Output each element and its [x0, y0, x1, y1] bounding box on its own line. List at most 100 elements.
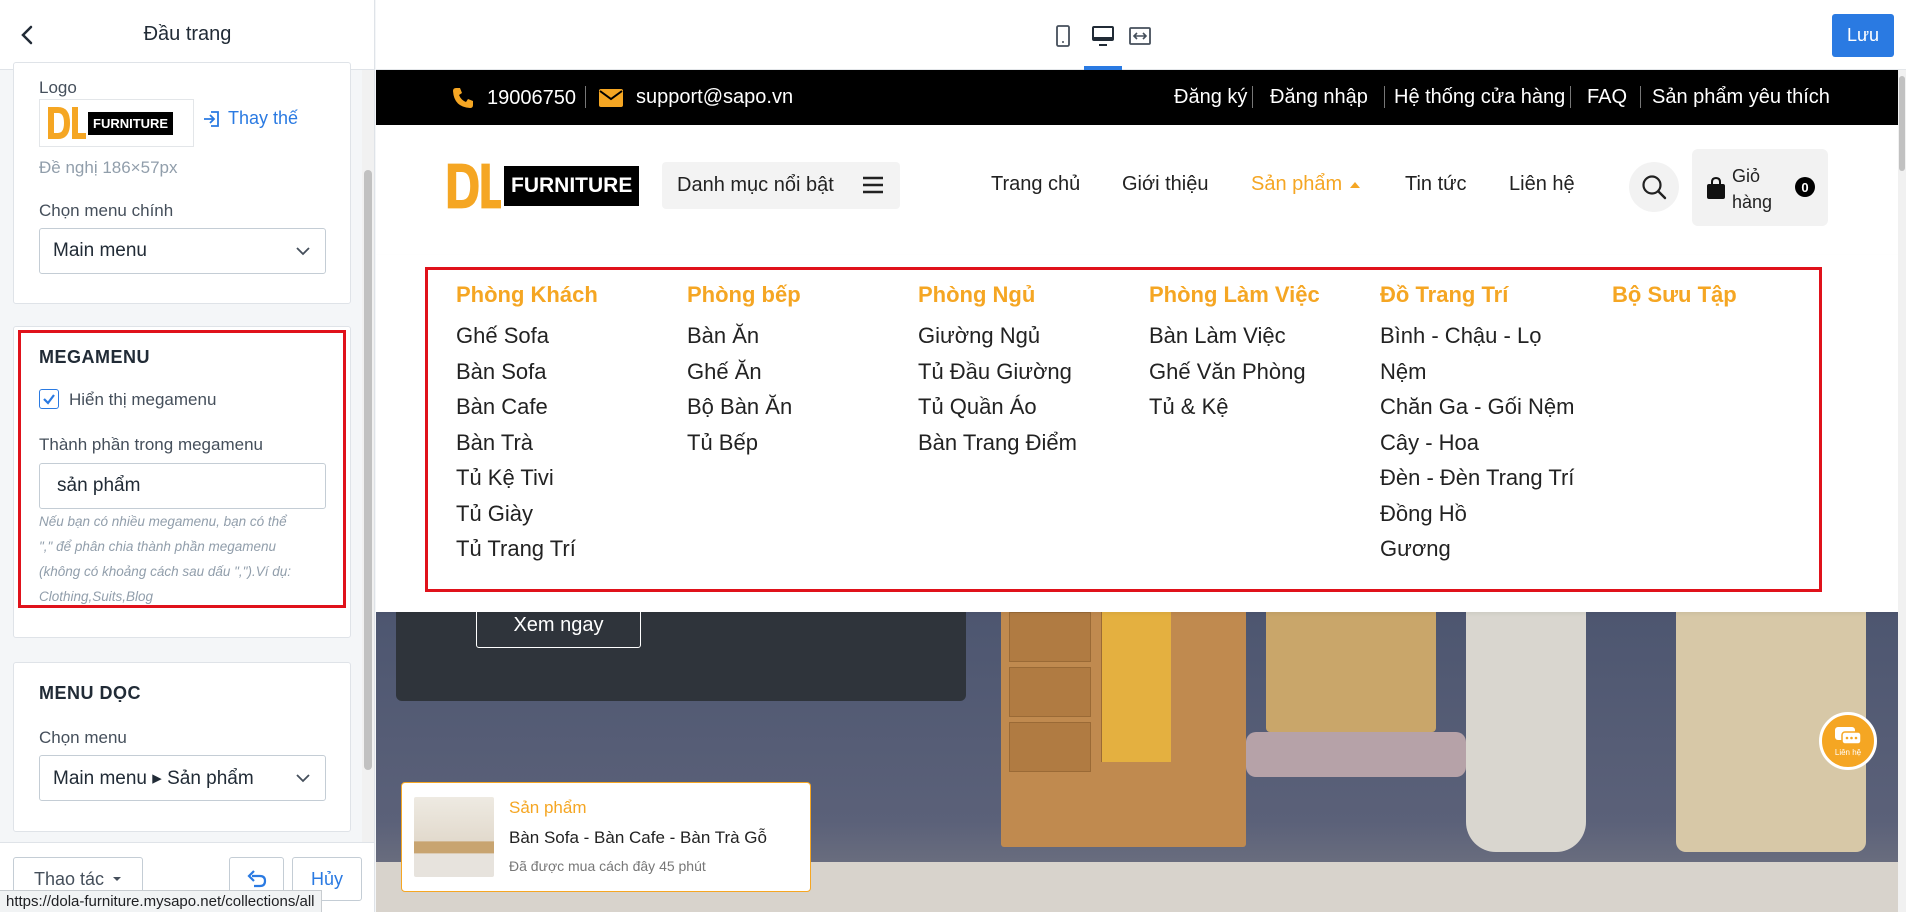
nav-products[interactable]: Sản phẩm: [1251, 173, 1361, 196]
cart-button[interactable]: Giỏ hàng 0: [1692, 149, 1828, 226]
megamenu-item[interactable]: Tủ Kệ Tivi: [456, 460, 598, 496]
megamenu-item[interactable]: Nệm: [1380, 354, 1574, 390]
main-menu-label: Chọn menu chính: [39, 201, 174, 220]
hero-text-panel: Xem ngay: [396, 612, 966, 701]
desktop-icon: [1092, 26, 1114, 46]
nav-contact[interactable]: Liên hệ: [1509, 173, 1575, 196]
megamenu-item[interactable]: Gương: [1380, 531, 1574, 567]
megamenu-item[interactable]: Tủ Giày: [456, 496, 598, 532]
hero-cabinet-image: [1001, 612, 1246, 847]
vertical-menu-card: MENU DỌC Chọn menu Main menu ▸ Sản phẩm: [13, 662, 351, 832]
megamenu-item[interactable]: Cây - Hoa: [1380, 425, 1574, 461]
main-menu-select[interactable]: Main menu: [39, 228, 326, 274]
megamenu-item[interactable]: Ghế Ăn: [687, 354, 801, 390]
fullwidth-view-button[interactable]: [1126, 22, 1154, 50]
top-link-stores[interactable]: Hệ thống cửa hàng: [1394, 86, 1565, 109]
chevron-left-icon: [21, 25, 33, 45]
megamenu-components-input[interactable]: [39, 463, 326, 509]
back-button[interactable]: [14, 22, 40, 48]
panel-scrollbar-thumb[interactable]: [364, 170, 372, 770]
email-address: support@sapo.vn: [636, 86, 794, 108]
main-menu-value: Main menu: [53, 240, 147, 261]
logo-size-hint: Đề nghị 186×57px: [39, 158, 178, 177]
megamenu-item[interactable]: Bàn Cafe: [456, 389, 598, 425]
megamenu-item[interactable]: Ghế Sofa: [456, 318, 598, 354]
megamenu-item[interactable]: Tủ Đầu Giường: [918, 354, 1077, 390]
megamenu-column-title[interactable]: Phòng Khách: [456, 282, 598, 308]
top-link-faq[interactable]: FAQ: [1587, 86, 1627, 109]
show-megamenu-label: Hiển thị megamenu: [69, 390, 217, 409]
cabinet-door: [1101, 612, 1171, 762]
featured-categories-label: Danh mục nổi bật: [677, 174, 834, 196]
megamenu-item[interactable]: Bàn Ăn: [687, 318, 801, 354]
nav-about[interactable]: Giới thiệu: [1122, 173, 1208, 196]
megamenu-column-title[interactable]: Phòng Ngủ: [918, 282, 1077, 308]
dl-logo-mark-icon: [447, 163, 501, 209]
nav-home[interactable]: Trang chủ: [991, 173, 1080, 196]
cart-label: Giỏ hàng: [1732, 166, 1773, 212]
megamenu-column-living-room: Phòng Khách Ghế Sofa Bàn Sofa Bàn Cafe B…: [456, 282, 598, 567]
megamenu-item[interactable]: Tủ Bếp: [687, 425, 801, 461]
sign-in-icon: [204, 110, 219, 127]
megamenu-item[interactable]: Chăn Ga - Gối Nệm: [1380, 389, 1574, 425]
show-megamenu-checkbox[interactable]: [39, 389, 59, 409]
shopping-bag-icon: [1707, 176, 1725, 199]
megamenu-item[interactable]: Bộ Bàn Ăn: [687, 389, 801, 425]
top-link-wishlist[interactable]: Sản phẩm yêu thích: [1652, 86, 1830, 109]
featured-categories-button[interactable]: Danh mục nổi bật: [662, 162, 900, 209]
store-logo[interactable]: FURNITURE: [444, 158, 640, 214]
megamenu-item[interactable]: Bàn Trà: [456, 425, 598, 461]
preview-scrollbar[interactable]: [1898, 70, 1906, 912]
recent-purchase-popup[interactable]: Sản phẩm Bàn Sofa - Bàn Cafe - Bàn Trà G…: [401, 782, 811, 892]
megamenu-item[interactable]: Bình - Chậu - Lọ: [1380, 318, 1574, 354]
expand-horizontal-icon: [1129, 27, 1151, 45]
megamenu-item[interactable]: Tủ & Kệ: [1149, 389, 1320, 425]
help-line: Nếu bạn có nhiều megamenu, bạn có thể: [39, 514, 287, 529]
purchase-product-thumbnail: [414, 797, 494, 877]
help-line: Clothing,Suits,Blog: [39, 589, 154, 604]
top-link-login[interactable]: Đăng nhập: [1270, 86, 1368, 109]
products-megamenu: Phòng Khách Ghế Sofa Bàn Sofa Bàn Cafe B…: [376, 255, 1898, 612]
megamenu-item[interactable]: Tủ Quần Áo: [918, 389, 1077, 425]
megamenu-column-title[interactable]: Đồ Trang Trí: [1380, 282, 1574, 308]
mobile-view-button[interactable]: [1049, 22, 1077, 50]
megamenu-column-office: Phòng Làm Việc Bàn Làm Việc Ghế Văn Phòn…: [1149, 282, 1320, 425]
megamenu-column-title[interactable]: Phòng Làm Việc: [1149, 282, 1320, 308]
email-contact[interactable]: support@sapo.vn: [598, 86, 793, 109]
desktop-view-button[interactable]: [1089, 22, 1117, 50]
megamenu-column-title[interactable]: Bộ Sưu Tập: [1612, 282, 1737, 308]
chat-contact-button[interactable]: Liên hệ: [1819, 712, 1877, 770]
help-line: (không có khoảng cách sau dấu ",").Ví dụ…: [39, 564, 291, 579]
preview-scrollbar-thumb[interactable]: [1899, 76, 1905, 171]
phone-contact[interactable]: 19006750: [451, 86, 576, 110]
logo-label: Logo: [39, 78, 77, 97]
save-button[interactable]: Lưu: [1832, 14, 1894, 57]
panel-header: Đầu trang: [0, 0, 374, 70]
vertical-menu-select[interactable]: Main menu ▸ Sản phẩm: [39, 755, 326, 801]
search-button[interactable]: [1629, 162, 1679, 212]
megamenu-item[interactable]: Bàn Sofa: [456, 354, 598, 390]
megamenu-item[interactable]: Bàn Làm Việc: [1149, 318, 1320, 354]
nav-news[interactable]: Tin tức: [1405, 173, 1467, 196]
cabinet-drawer: [1009, 667, 1091, 717]
megamenu-item[interactable]: Tủ Trang Trí: [456, 531, 598, 567]
phone-number: 19006750: [487, 86, 576, 109]
checkmark-icon: [43, 394, 55, 405]
envelope-icon: [599, 88, 623, 107]
megamenu-item[interactable]: Ghế Văn Phòng: [1149, 354, 1320, 390]
chat-label: Liên hệ: [1834, 747, 1862, 757]
megamenu-item[interactable]: Đèn - Đèn Trang Trí: [1380, 460, 1574, 496]
mobile-icon: [1056, 25, 1070, 47]
logo-preview: FURNITURE: [39, 99, 194, 147]
megamenu-item[interactable]: Đồng Hồ: [1380, 496, 1574, 532]
replace-logo-button[interactable]: Thay thế: [202, 108, 298, 129]
megamenu-item[interactable]: Bàn Trang Điểm: [918, 425, 1077, 461]
hero-blanket-image: [1466, 612, 1586, 852]
megamenu-card: MEGAMENU Hiển thị megamenu Thành phần tr…: [13, 326, 351, 638]
chat-icon: [1835, 726, 1862, 745]
megamenu-column-title[interactable]: Phòng bếp: [687, 282, 801, 308]
status-bar-url: https://dola-furniture.mysapo.net/collec…: [0, 890, 322, 912]
megamenu-item[interactable]: Giường Ngủ: [918, 318, 1077, 354]
top-link-register[interactable]: Đăng ký: [1174, 86, 1247, 109]
hero-view-now-button[interactable]: Xem ngay: [476, 612, 641, 648]
